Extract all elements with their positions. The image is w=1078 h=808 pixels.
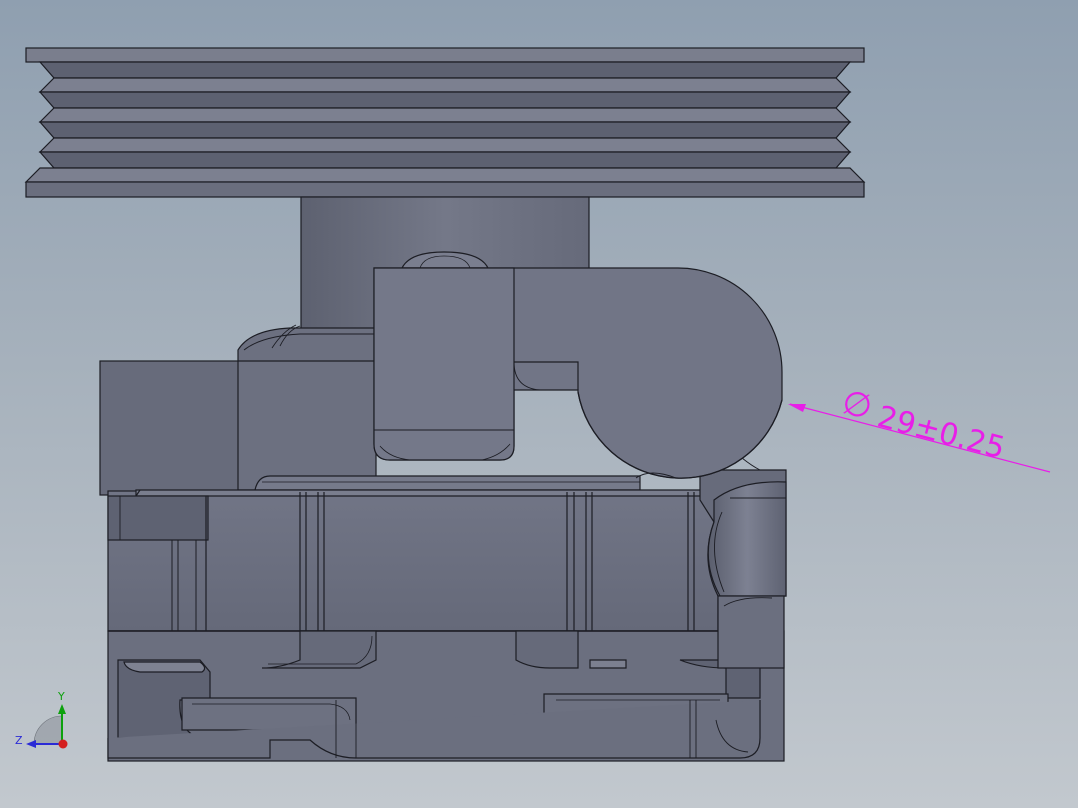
triad-z-label: Z — [15, 734, 23, 747]
triad-y-arrow — [58, 704, 66, 714]
diameter-symbol: ∅ — [838, 382, 877, 428]
model-viewport[interactable]: ∅ 29±0.25 Y Z — [0, 0, 1078, 808]
valve-housing[interactable] — [373, 251, 783, 479]
triad-z-arrow — [26, 740, 36, 748]
triad-x-axis-dot — [58, 739, 68, 749]
triad-y-label: Y — [57, 690, 65, 703]
pulley[interactable] — [24, 47, 866, 198]
cad-model-view[interactable]: ∅ 29±0.25 Y Z — [0, 0, 1078, 808]
dimension-arrowhead — [788, 404, 806, 412]
triad-quadrant — [34, 716, 62, 744]
view-triad: Y Z — [15, 690, 68, 749]
dimension-value: 29±0.25 — [874, 399, 1009, 466]
diameter-dimension[interactable]: ∅ 29±0.25 — [788, 382, 1051, 473]
